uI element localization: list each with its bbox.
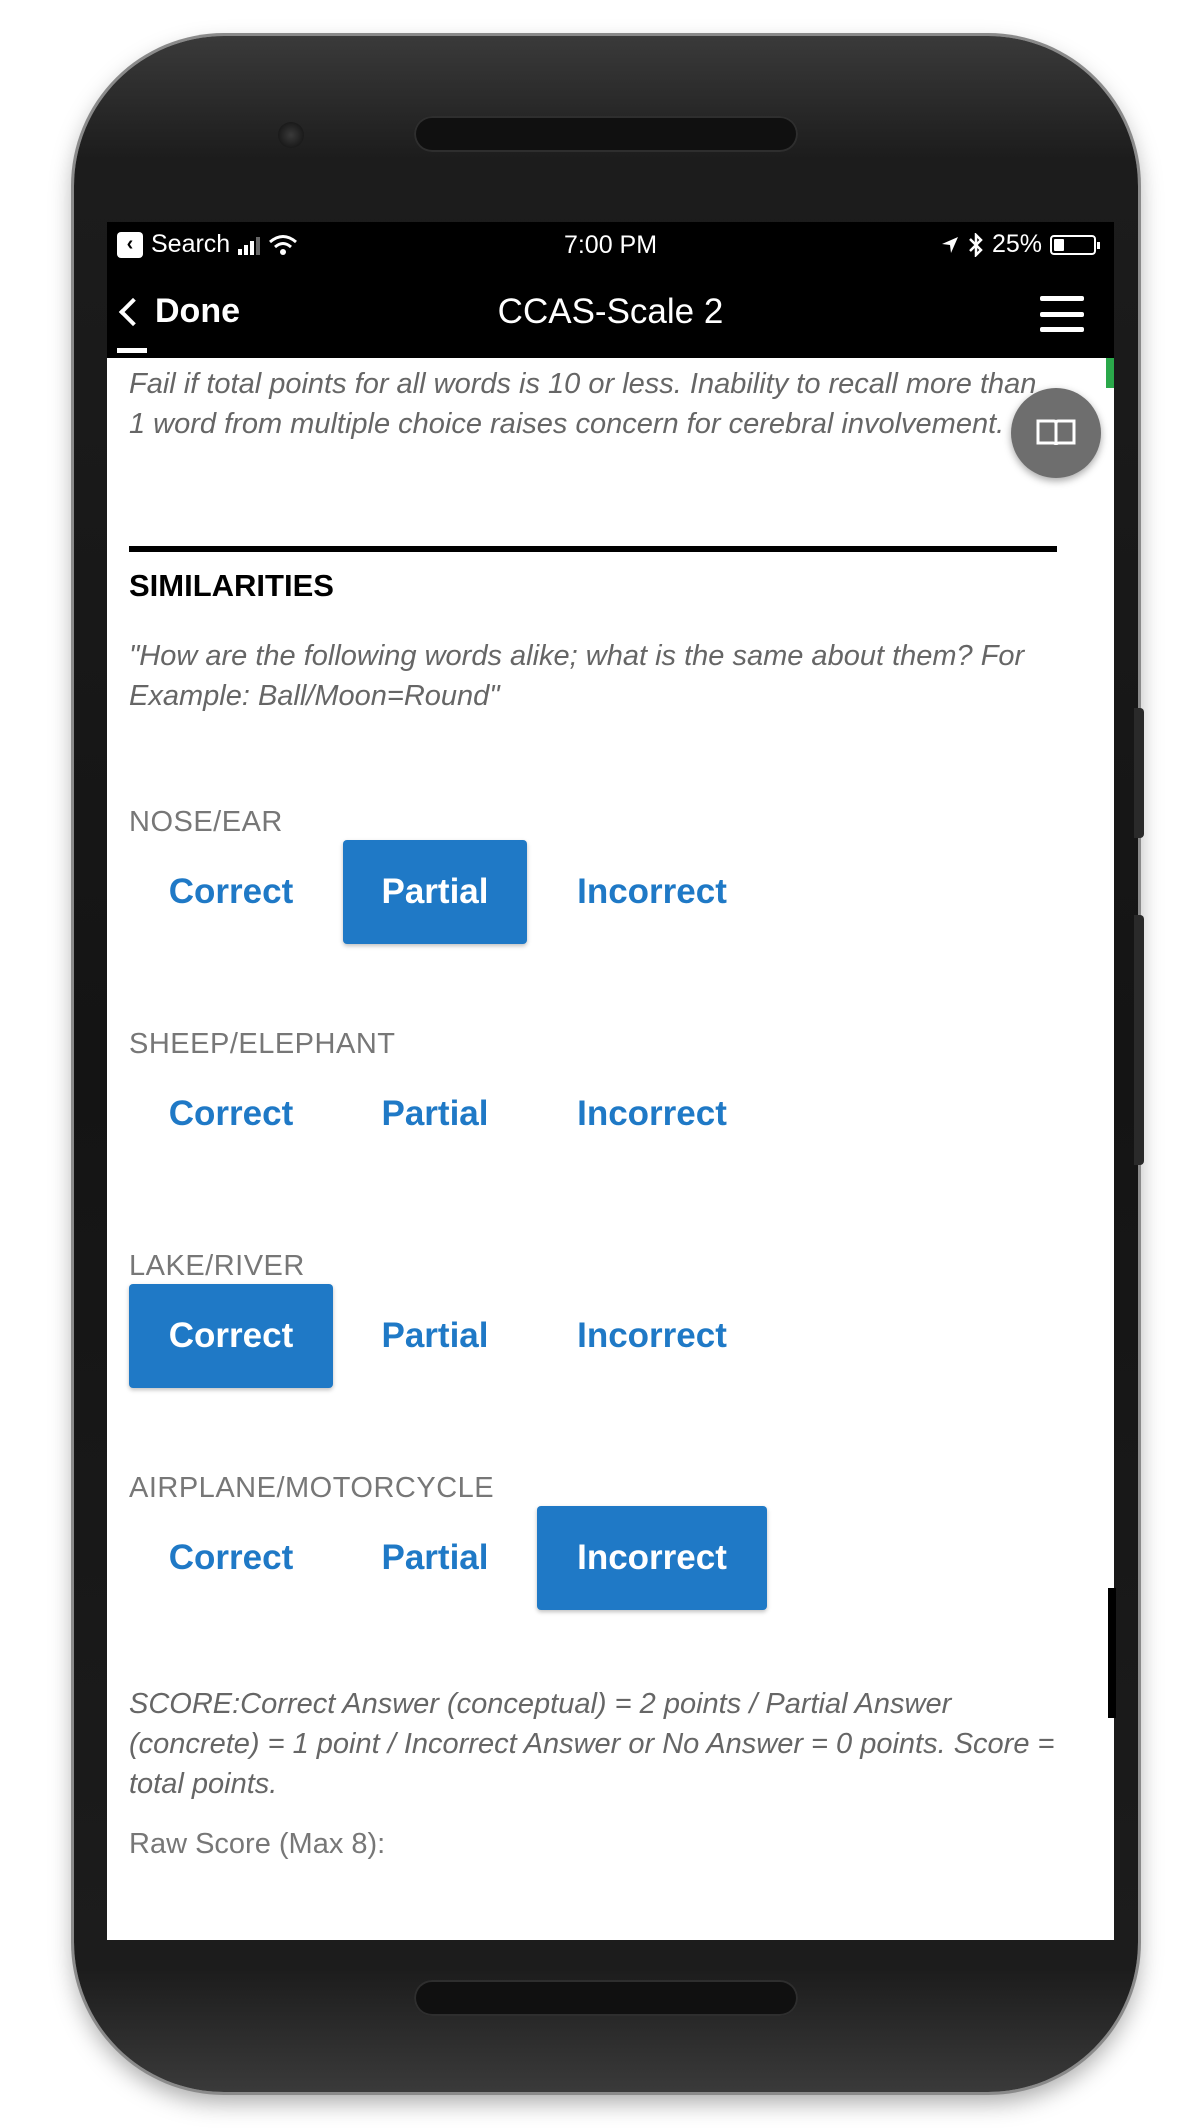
progress-marker <box>1106 358 1114 388</box>
battery-icon <box>1050 234 1100 255</box>
hamburger-icon[interactable] <box>1040 296 1084 332</box>
raw-score-label: Raw Score (Max 8): <box>129 1828 386 1860</box>
correct-button[interactable]: Correct <box>129 1062 333 1166</box>
book-icon <box>1036 419 1076 446</box>
location-icon <box>941 236 958 253</box>
battery-fill <box>1054 238 1064 251</box>
item-label-lake-river: LAKE/RIVER <box>129 1250 305 1282</box>
incorrect-button[interactable]: Incorrect <box>537 1284 767 1388</box>
incorrect-button[interactable]: Incorrect <box>537 1506 767 1610</box>
screen-edge <box>1108 1588 1116 1718</box>
partial-button[interactable]: Partial <box>343 1506 527 1610</box>
answer-row-lake-river: Correct Partial Incorrect <box>129 1284 767 1388</box>
battery-percent: 25% <box>991 230 1042 258</box>
done-underline <box>117 348 147 353</box>
incorrect-button[interactable]: Incorrect <box>537 840 767 944</box>
front-camera <box>278 122 304 148</box>
scroll-content[interactable]: Fail if total points for all words is 10… <box>107 358 1114 1940</box>
answer-row-sheep-elephant: Correct Partial Incorrect <box>129 1062 767 1166</box>
status-bar: ‹ Search 7:00 PM 25% <box>107 222 1114 268</box>
correct-button[interactable]: Correct <box>129 1506 333 1610</box>
correct-button[interactable]: Correct <box>129 840 333 944</box>
answer-row-airplane-motorcycle: Correct Partial Incorrect <box>129 1506 767 1610</box>
status-right: 25% <box>940 230 1100 259</box>
correct-button[interactable]: Correct <box>129 1284 333 1388</box>
item-label-sheep-elephant: SHEEP/ELEPHANT <box>129 1028 396 1060</box>
partial-button[interactable]: Partial <box>343 840 527 944</box>
section-title: SIMILARITIES <box>129 568 334 603</box>
answer-row-nose-ear: Correct Partial Incorrect <box>129 840 767 944</box>
power-button <box>1134 915 1144 1165</box>
bottom-speaker <box>414 1980 798 2016</box>
partial-button[interactable]: Partial <box>343 1284 527 1388</box>
volume-button <box>1134 708 1144 838</box>
app-screen: ‹ Search 7:00 PM 25% Done CCAS-Scale 2 F… <box>107 222 1114 1940</box>
partial-button[interactable]: Partial <box>343 1062 527 1166</box>
bluetooth-icon <box>969 232 983 257</box>
nav-bar: Done CCAS-Scale 2 <box>107 268 1114 358</box>
fail-note: Fail if total points for all words is 10… <box>129 368 1037 440</box>
reference-button[interactable] <box>1011 388 1101 478</box>
earpiece-speaker <box>414 116 798 152</box>
section-instruction: "How are the following words alike; what… <box>129 640 1025 712</box>
score-note: SCORE:Correct Answer (conceptual) = 2 po… <box>129 1688 1055 1800</box>
incorrect-button[interactable]: Incorrect <box>537 1062 767 1166</box>
section-divider <box>129 546 1057 552</box>
item-label-airplane-motorcycle: AIRPLANE/MOTORCYCLE <box>129 1472 495 1504</box>
item-label-nose-ear: NOSE/EAR <box>129 806 283 838</box>
page-title: CCAS-Scale 2 <box>497 292 724 331</box>
